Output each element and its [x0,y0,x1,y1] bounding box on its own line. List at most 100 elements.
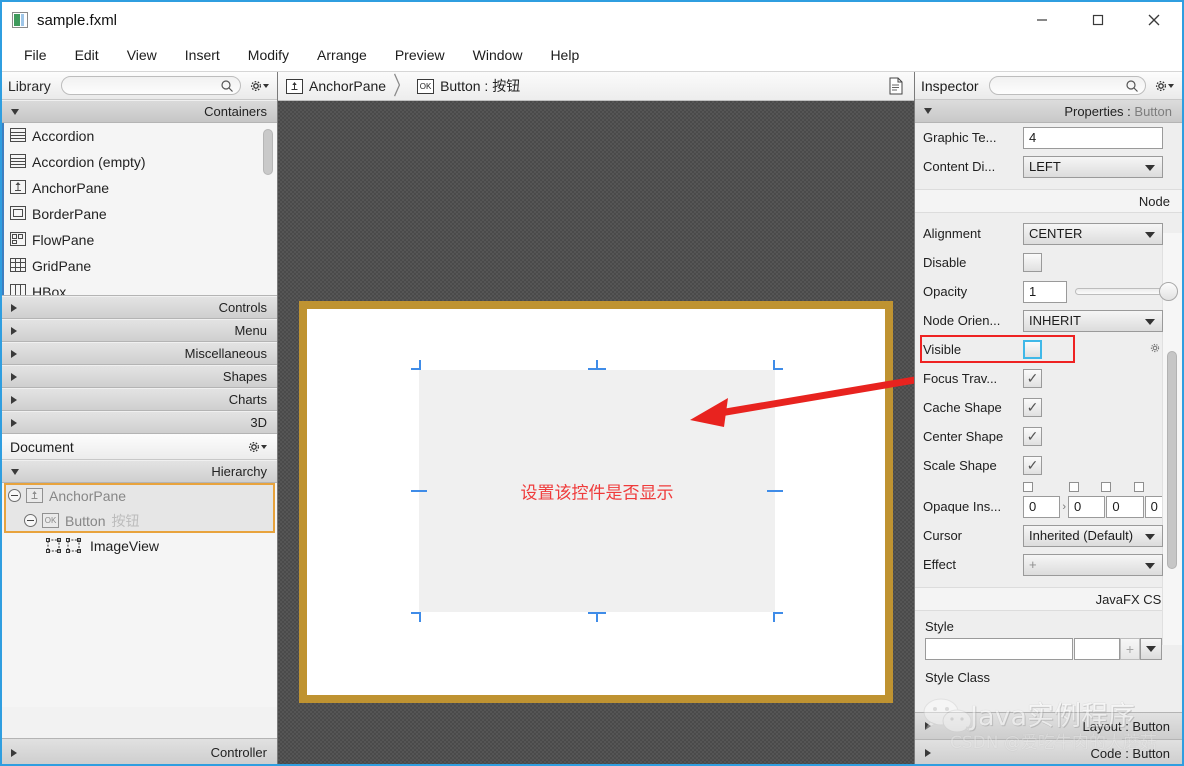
disable-checkbox[interactable] [1023,253,1042,272]
opaque-insets-field-1[interactable]: 0 [1068,495,1106,518]
list-item[interactable]: Accordion [2,123,277,149]
selection-handle-tl-v[interactable] [419,360,421,370]
inspector-scrollbar-thumb[interactable] [1167,351,1177,569]
prop-row-opaque-insets[interactable]: Opaque Ins... 0 › 0 0 0 [915,492,1182,521]
selection-handle-br-v[interactable] [773,612,775,622]
library-container-list[interactable]: Accordion Accordion (empty) AnchorPane B… [2,123,277,296]
prop-row-cursor[interactable]: Cursor Inherited (Default) [915,521,1182,550]
menu-insert[interactable]: Insert [171,43,234,67]
breadcrumb-item-button[interactable]: OK Button : 按钮 [417,76,520,96]
inspector-search-box[interactable] [988,76,1146,95]
properties-section-bar[interactable]: Properties : Button [915,100,1182,123]
menu-arrange[interactable]: Arrange [303,43,381,67]
opaque-insets-lock-bottom[interactable] [1101,482,1111,492]
center-shape-checkbox[interactable]: ✓ [1023,427,1042,446]
canvas-button-node[interactable]: 设置该控件是否显示 [419,370,775,612]
prop-row-opacity[interactable]: Opacity 1 [915,277,1182,306]
hierarchy-section-bar[interactable]: Hierarchy [2,460,277,483]
prop-row-center-shape[interactable]: Center Shape ✓ [915,422,1182,451]
prop-row-node-orientation[interactable]: Node Orien... INHERIT [915,306,1182,335]
maximize-icon[interactable] [1070,2,1126,38]
menu-view[interactable]: View [113,43,171,67]
design-canvas[interactable]: 设置该控件是否显示 [278,101,914,764]
list-item[interactable]: AnchorPane [2,175,277,201]
graphic-text-gap-field[interactable]: 4 [1023,126,1163,149]
tree-row-anchorpane[interactable]: AnchorPane [2,483,277,508]
style-value-input[interactable] [1074,638,1120,660]
library-section-shapes[interactable]: Shapes [2,365,277,388]
selection-handle-mr[interactable] [767,490,783,492]
library-scrollbar[interactable] [263,129,273,290]
tree-row-imageview[interactable]: ImageView [2,533,277,558]
library-search-box[interactable] [60,76,241,95]
tree-row-button[interactable]: OK Button 按钮 [2,508,277,533]
opaque-insets-lock-left[interactable] [1134,482,1144,492]
menu-help[interactable]: Help [536,43,593,67]
hierarchy-tree[interactable]: AnchorPane OK Button 按钮 ImageView [2,483,277,707]
prop-row-focus-traversable[interactable]: Focus Trav... ✓ [915,364,1182,393]
list-item[interactable]: Accordion (empty) [2,149,277,175]
prop-row-graphic-text-gap[interactable]: Graphic Te... 4 [915,123,1182,152]
code-section-bar[interactable]: Code : Button [915,739,1182,764]
prop-row-disable[interactable]: Disable [915,248,1182,277]
menu-modify[interactable]: Modify [234,43,303,67]
list-item[interactable]: GridPane [2,253,277,279]
close-icon[interactable] [1126,2,1182,38]
document-gear-icon[interactable] [245,437,269,457]
style-add-button[interactable]: + [1120,638,1140,660]
prop-row-content-display[interactable]: Content Di... LEFT [915,152,1182,181]
document-icon[interactable] [888,77,904,98]
list-item[interactable]: BorderPane [2,201,277,227]
effect-combo[interactable]: + [1023,553,1163,576]
cursor-combo[interactable]: Inherited (Default) [1023,524,1163,547]
collapse-toggle-icon[interactable] [24,514,37,527]
library-section-menu[interactable]: Menu [2,319,277,342]
prop-row-effect[interactable]: Effect + [915,550,1182,579]
visible-checkbox[interactable] [1023,340,1042,359]
canvas-anchorpane[interactable]: 设置该控件是否显示 [299,301,893,703]
scrollbar-thumb[interactable] [263,129,273,175]
library-section-charts[interactable]: Charts [2,388,277,411]
library-gear-icon[interactable] [247,76,271,96]
minimize-icon[interactable] [1014,2,1070,38]
content-display-combo[interactable]: LEFT [1023,155,1163,178]
list-item[interactable]: FlowPane [2,227,277,253]
opaque-insets-lock-top[interactable] [1023,482,1033,492]
selection-handle-ml[interactable] [411,490,427,492]
menu-window[interactable]: Window [459,43,537,67]
inspector-search-input[interactable] [995,77,1139,94]
slider-knob[interactable] [1159,282,1178,301]
opacity-slider[interactable] [1075,282,1178,301]
library-section-controls[interactable]: Controls [2,296,277,319]
selection-handle-bm-h[interactable] [588,612,606,614]
prop-row-cache-shape[interactable]: Cache Shape ✓ [915,393,1182,422]
menu-edit[interactable]: Edit [61,43,113,67]
cache-shape-checkbox[interactable]: ✓ [1023,398,1042,417]
prop-row-alignment[interactable]: Alignment CENTER [915,219,1182,248]
inspector-gear-icon[interactable] [1152,76,1176,96]
prop-row-scale-shape[interactable]: Scale Shape ✓ [915,451,1182,480]
visible-binding-gear-icon[interactable] [1150,343,1160,356]
scale-shape-checkbox[interactable]: ✓ [1023,456,1042,475]
library-section-miscellaneous[interactable]: Miscellaneous [2,342,277,365]
library-search-input[interactable] [67,77,234,94]
alignment-combo[interactable]: CENTER [1023,222,1163,245]
layout-section-bar[interactable]: Layout : Button [915,712,1182,739]
library-section-containers[interactable]: Containers [2,100,277,123]
library-section-3d[interactable]: 3D [2,411,277,434]
selection-handle-tr-v[interactable] [773,360,775,370]
opaque-insets-lock-right[interactable] [1069,482,1079,492]
menu-file[interactable]: File [10,43,61,67]
selection-handle-tm-h[interactable] [588,368,606,370]
opaque-insets-field-2[interactable]: 0 [1106,495,1144,518]
selection-handle-bl-v[interactable] [419,612,421,622]
opacity-field[interactable]: 1 [1023,280,1067,303]
list-item[interactable]: HBox [2,279,277,295]
opaque-insets-field-0[interactable]: 0 [1023,495,1061,518]
style-input[interactable] [925,638,1073,660]
menu-preview[interactable]: Preview [381,43,459,67]
prop-row-visible[interactable]: Visible [915,335,1182,364]
focus-traversable-checkbox[interactable]: ✓ [1023,369,1042,388]
controller-section-bar[interactable]: Controller [2,738,277,764]
collapse-toggle-icon[interactable] [8,489,21,502]
